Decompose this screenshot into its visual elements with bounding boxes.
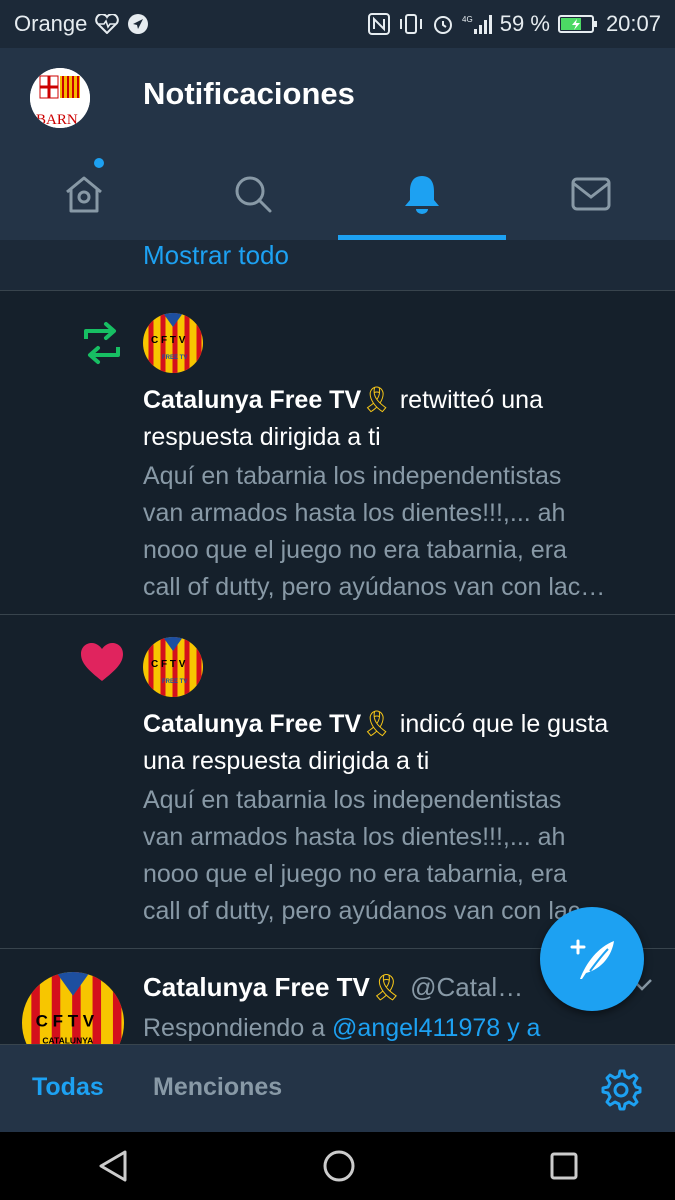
filter-bar: Todas Menciones bbox=[0, 1044, 675, 1133]
signal-icon: 4G bbox=[462, 15, 492, 34]
tab-home[interactable] bbox=[0, 148, 169, 240]
svg-text:CATALUNYA: CATALUNYA bbox=[42, 1035, 93, 1044]
notification-item[interactable]: C F T V FREE TV Catalunya Free TV🎗 retwi… bbox=[0, 291, 675, 615]
tab-search[interactable] bbox=[169, 148, 338, 240]
svg-text:BARN: BARN bbox=[36, 112, 78, 128]
tab-messages[interactable] bbox=[506, 148, 675, 240]
vibrate-icon bbox=[399, 14, 422, 34]
status-bar: Orange 4G 59 % 20:07 bbox=[0, 0, 675, 48]
notification-text: Catalunya Free TV🎗 indicó que le gusta u… bbox=[143, 706, 653, 780]
reply-context: Respondiendo a @angel411978 y a bbox=[143, 1014, 540, 1043]
snippet-line: Aquí en tabarnia los independentistas bbox=[143, 786, 562, 814]
reply-mention-link[interactable]: @angel411978 y a bbox=[332, 1014, 540, 1042]
tweet-snippet[interactable]: Aquí en tabarnia los independentistas va… bbox=[143, 458, 653, 606]
filter-all-tab[interactable]: Todas bbox=[32, 1073, 104, 1102]
clock: 20:07 bbox=[605, 11, 661, 36]
svg-text:C F T V: C F T V bbox=[151, 335, 186, 346]
cftv-logo: C F T V FREE TV bbox=[143, 637, 203, 697]
user-avatar[interactable]: C F T V FREE TV bbox=[143, 637, 203, 697]
action-text: indicó que le gusta bbox=[392, 710, 609, 738]
user-name[interactable]: Catalunya Free TV bbox=[143, 710, 361, 738]
nfc-icon bbox=[367, 13, 390, 35]
notification-text: Catalunya Free TV🎗 retwitteó una respues… bbox=[143, 382, 653, 456]
settings-gear-icon[interactable] bbox=[598, 1067, 642, 1111]
tweet-snippet[interactable]: Aquí en tabarnia los independentistas va… bbox=[143, 782, 653, 930]
svg-text:C F T V: C F T V bbox=[36, 1011, 95, 1030]
recents-icon[interactable] bbox=[549, 1151, 579, 1181]
tab-bar bbox=[0, 148, 675, 240]
show-all-row[interactable]: Mostrar todo bbox=[0, 240, 675, 291]
svg-text:4G: 4G bbox=[462, 15, 473, 24]
show-all-link[interactable]: Mostrar todo bbox=[143, 240, 289, 271]
compose-tweet-button[interactable] bbox=[540, 907, 644, 1011]
user-avatar[interactable]: C F T V CATALUNYA bbox=[22, 972, 124, 1044]
svg-text:C F T V: C F T V bbox=[151, 659, 186, 670]
action-text-2: una respuesta dirigida a ti bbox=[143, 747, 430, 775]
search-icon bbox=[235, 176, 272, 213]
cftv-logo: C F T V FREE TV bbox=[143, 313, 203, 373]
snippet-line: call of dutty, pero ayúdanos van con lac… bbox=[143, 573, 606, 601]
mail-icon bbox=[571, 177, 611, 211]
user-avatar[interactable]: C F T V FREE TV bbox=[143, 313, 203, 373]
system-nav-bar bbox=[0, 1132, 675, 1200]
bell-icon bbox=[404, 176, 439, 214]
snippet-line: van armados hasta los dientes!!!,... ah bbox=[143, 823, 566, 851]
battery-percent: 59 % bbox=[499, 11, 550, 36]
retweet-icon bbox=[84, 322, 120, 364]
navigation-icon bbox=[128, 14, 149, 34]
back-icon[interactable] bbox=[97, 1149, 129, 1183]
tab-notifications[interactable] bbox=[337, 148, 507, 240]
profile-avatar[interactable]: BARN bbox=[30, 68, 90, 128]
snippet-line: nooo que el juego no era tabarnia, era bbox=[143, 536, 567, 564]
filter-mentions-tab[interactable]: Menciones bbox=[153, 1073, 282, 1102]
alarm-icon bbox=[433, 16, 452, 34]
tweet-header: Catalunya Free TV🎗 @Catal… bbox=[143, 972, 523, 1003]
svg-text:FREE TV: FREE TV bbox=[162, 679, 187, 685]
svg-text:FREE TV: FREE TV bbox=[162, 355, 187, 361]
reply-prefix: Respondiendo a bbox=[143, 1014, 333, 1042]
ribbon-icon: 🎗 bbox=[369, 972, 403, 1002]
home-icon bbox=[66, 176, 103, 213]
app-header: BARN Notificaciones bbox=[0, 48, 675, 148]
cftv-logo: C F T V CATALUNYA bbox=[22, 972, 124, 1044]
snippet-line: nooo que el juego no era tabarnia, era bbox=[143, 860, 567, 888]
action-text-2: respuesta dirigida a ti bbox=[143, 423, 381, 451]
battery-icon bbox=[557, 15, 597, 33]
user-name[interactable]: Catalunya Free TV bbox=[143, 386, 361, 414]
ribbon-icon: 🎗 bbox=[361, 710, 393, 738]
home-badge bbox=[94, 158, 104, 168]
home-circle-icon[interactable] bbox=[322, 1149, 356, 1183]
action-text: retwitteó una bbox=[392, 386, 543, 414]
snippet-line: van armados hasta los dientes!!!,... ah bbox=[143, 499, 566, 527]
page-title: Notificaciones bbox=[143, 76, 355, 111]
carrier-label: Orange bbox=[14, 11, 88, 36]
ribbon-icon: 🎗 bbox=[361, 386, 393, 414]
compose-feather-icon bbox=[570, 939, 614, 979]
user-name[interactable]: Catalunya Free TV bbox=[143, 972, 370, 1002]
health-icon bbox=[95, 14, 120, 34]
snippet-line: Aquí en tabarnia los independentistas bbox=[143, 462, 562, 490]
user-handle: @Catal… bbox=[410, 972, 524, 1002]
heart-icon bbox=[81, 643, 123, 681]
notification-item[interactable]: C F T V FREE TV Catalunya Free TV🎗 indic… bbox=[0, 615, 675, 949]
profile-avatar-image: BARN bbox=[30, 68, 90, 128]
